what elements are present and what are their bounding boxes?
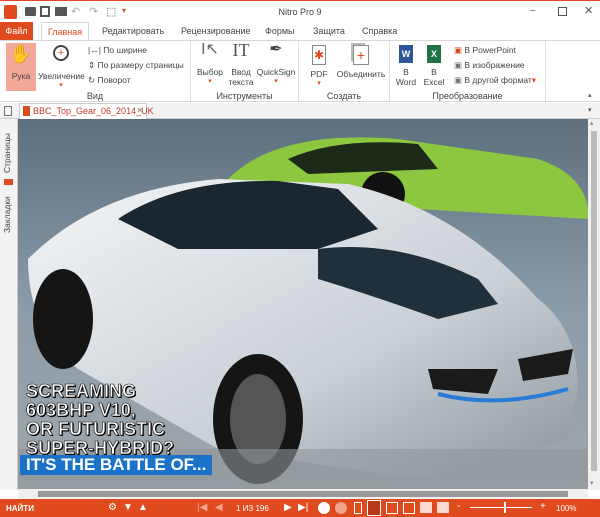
- pdf-file-icon: ✱: [312, 45, 326, 65]
- zoom-slider[interactable]: [470, 502, 532, 513]
- fit-width-icon: |↔|: [88, 45, 104, 55]
- combine-button[interactable]: + Объединить: [335, 45, 387, 79]
- minimize-button[interactable]: –: [530, 5, 536, 16]
- zoom-button[interactable]: + Увеличение ▾: [38, 43, 85, 91]
- document-tab[interactable]: BBC_Top_Gear_06_2014_UK ×: [19, 103, 154, 119]
- facing-view-icon[interactable]: [386, 502, 398, 514]
- forward-view-icon[interactable]: [335, 502, 347, 514]
- hand-icon: ✋: [9, 44, 33, 64]
- cover-banner: IT'S THE BATTLE OF...: [20, 455, 213, 475]
- ribbon: ✋ Рука + Увеличение ▾ |↔| По ширине ⇕ По…: [0, 40, 600, 103]
- bookmarks-panel-tab[interactable]: Закладки: [2, 189, 16, 233]
- collapse-ribbon-icon[interactable]: ▴: [588, 91, 592, 99]
- chevron-down-icon: ▾: [59, 82, 63, 89]
- image-icon: ▣: [454, 60, 465, 70]
- group-label-tools: Инструменты: [216, 91, 273, 101]
- status-bar: НАЙТИ ⚙ ▼ ▲ |◀ ◀ 1 ИЗ 196 ▶ ▶| - + 100%: [0, 499, 600, 517]
- single-page-view-icon[interactable]: [354, 502, 362, 514]
- first-page-icon[interactable]: |◀: [197, 502, 207, 513]
- select-button[interactable]: I↖ Выбор ▾: [195, 41, 225, 87]
- window-title: Nitro Pro 9: [278, 7, 322, 17]
- fit-width-button[interactable]: |↔| По ширине: [88, 45, 147, 55]
- other-format-icon: ▣: [454, 75, 465, 85]
- powerpoint-icon: ▣: [454, 45, 465, 55]
- select-cursor-icon: I↖: [201, 41, 219, 58]
- to-excel-button[interactable]: X В Excel: [422, 45, 446, 87]
- previous-page-icon[interactable]: ◀: [215, 502, 223, 513]
- chevron-down-icon: ▾: [317, 80, 321, 87]
- close-tab-icon[interactable]: ×: [137, 105, 142, 115]
- back-view-icon[interactable]: [318, 502, 330, 514]
- zoom-out-button[interactable]: -: [457, 501, 460, 512]
- type-text-button[interactable]: IT Ввод текста: [227, 40, 255, 87]
- tab-forms[interactable]: Формы: [265, 22, 295, 40]
- group-view: ✋ Рука + Увеличение ▾ |↔| По ширине ⇕ По…: [0, 41, 191, 103]
- fit-page-button[interactable]: ⇕ По размеру страницы: [88, 60, 184, 71]
- page-indicator[interactable]: 1 ИЗ 196: [236, 504, 269, 513]
- zoom-in-button[interactable]: +: [540, 501, 546, 512]
- vertical-scrollbar[interactable]: ▴ ▾: [588, 119, 600, 490]
- fullscreen-icon[interactable]: [420, 502, 432, 513]
- presentation-icon[interactable]: [437, 502, 449, 513]
- group-tools: I↖ Выбор ▾ IT Ввод текста ✒ QuickSign ▾ Инстру…: [191, 41, 299, 103]
- word-icon: W: [399, 45, 413, 63]
- pdf-file-icon: [23, 106, 30, 116]
- group-create: ✱ PDF ▾ + Объединить Создать: [299, 41, 390, 103]
- cover-headline: SCREAMING 603BHP V10, OR FUTURISTIC SUPE…: [26, 381, 175, 458]
- zoom-level: 100%: [556, 504, 577, 513]
- scroll-down-icon[interactable]: ▾: [590, 479, 594, 487]
- tab-help[interactable]: Справка: [362, 22, 397, 40]
- create-pdf-button[interactable]: ✱ PDF ▾: [307, 45, 331, 89]
- pdf-page-view[interactable]: SCREAMING 603BHP V10, OR FUTURISTIC SUPE…: [18, 119, 588, 489]
- excel-icon: X: [427, 45, 441, 63]
- next-result-icon[interactable]: ▲: [138, 502, 148, 513]
- group-label-convert: Преобразование: [432, 91, 503, 101]
- scroll-up-icon[interactable]: ▴: [590, 119, 594, 127]
- previous-result-icon[interactable]: ▼: [123, 502, 133, 513]
- side-panel: Страницы Закладки: [0, 119, 18, 490]
- tab-review[interactable]: Рецензирование: [181, 22, 251, 40]
- vertical-scroll-thumb[interactable]: [591, 131, 597, 471]
- continuous-view-icon[interactable]: [367, 500, 381, 516]
- group-convert: W В Word X В Excel ▣ В PowerPoint ▣ В изобра…: [390, 41, 546, 103]
- quicksign-button[interactable]: ✒ QuickSign ▾: [255, 41, 297, 87]
- next-page-icon[interactable]: ▶: [284, 502, 292, 513]
- title-bar: ↶ ↷ ⬚ ▾ Nitro Pro 9 – ✕: [0, 0, 600, 22]
- tab-file[interactable]: Файл: [0, 22, 33, 40]
- chevron-down-icon: ▾: [208, 78, 212, 85]
- group-label-view: Вид: [86, 91, 104, 101]
- last-page-icon[interactable]: ▶|: [298, 502, 308, 513]
- tab-list-dropdown-icon[interactable]: ▾: [588, 106, 592, 114]
- group-label-create: Создать: [326, 91, 362, 101]
- pages-panel-tab[interactable]: Страницы: [2, 127, 16, 173]
- tab-protect[interactable]: Защита: [313, 22, 345, 40]
- find-button[interactable]: НАЙТИ: [6, 504, 34, 513]
- gear-icon[interactable]: ⚙: [108, 502, 117, 513]
- to-word-button[interactable]: W В Word: [394, 45, 418, 87]
- facing-continuous-view-icon[interactable]: [403, 502, 415, 514]
- document-tab-title: BBC_Top_Gear_06_2014_UK: [33, 106, 154, 116]
- chevron-down-icon: ▾: [531, 75, 537, 85]
- tab-home[interactable]: Главная: [41, 22, 89, 41]
- to-powerpoint-button[interactable]: ▣ В PowerPoint: [454, 45, 516, 56]
- tab-edit[interactable]: Редактировать: [102, 22, 164, 40]
- text-icon: IT: [232, 40, 250, 60]
- chevron-down-icon: ▾: [274, 78, 278, 85]
- to-other-format-button[interactable]: ▣ В другой формат▾: [454, 75, 536, 86]
- rotate-button[interactable]: ↻ Поворот: [88, 75, 131, 86]
- pen-nib-icon: ✒: [269, 41, 283, 58]
- close-button[interactable]: ✕: [584, 4, 593, 17]
- combine-files-icon: +: [353, 45, 369, 65]
- zoom-slider-handle[interactable]: [504, 502, 507, 513]
- zoom-in-icon: +: [53, 45, 69, 61]
- maximize-button[interactable]: [558, 7, 567, 16]
- document-list-icon[interactable]: [4, 106, 12, 116]
- horizontal-scroll-thumb[interactable]: [38, 491, 568, 497]
- horizontal-scrollbar[interactable]: [18, 489, 588, 499]
- hand-button[interactable]: ✋ Рука: [6, 43, 36, 91]
- document-tab-bar: BBC_Top_Gear_06_2014_UK × ▾: [0, 103, 600, 119]
- to-image-button[interactable]: ▣ В изображение: [454, 60, 525, 71]
- bookmark-icon: [4, 179, 13, 185]
- menu-tabs: Файл Главная Редактировать Рецензировани…: [0, 22, 600, 41]
